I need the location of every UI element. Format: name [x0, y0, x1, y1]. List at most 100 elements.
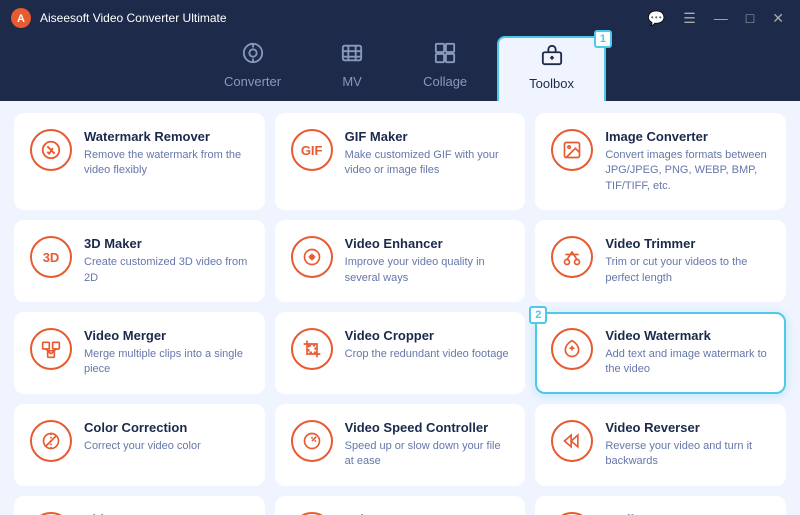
video-trimmer-icon: [551, 236, 593, 278]
video-reverser-name: Video Reverser: [605, 420, 770, 435]
close-button[interactable]: ✕: [766, 8, 790, 29]
3d-maker-icon: 3D: [30, 236, 72, 278]
svg-text:A: A: [17, 13, 25, 25]
video-speed-name: Video Speed Controller: [345, 420, 510, 435]
tool-card-color-correction[interactable]: Color Correction Correct your video colo…: [14, 404, 265, 486]
tab-converter[interactable]: Converter: [194, 36, 311, 101]
video-merger-info: Video Merger Merge multiple clips into a…: [84, 328, 249, 378]
image-converter-icon: [551, 129, 593, 171]
video-speed-icon: [291, 420, 333, 462]
tool-card-volume-booster[interactable]: Volume Booster Adjust the volume of the …: [275, 496, 526, 515]
3d-maker-desc: Create customized 3D video from 2D: [84, 255, 249, 286]
gif-maker-name: GIF Maker: [345, 129, 510, 144]
volume-booster-name: Volume Booster: [345, 512, 510, 515]
video-speed-info: Video Speed Controller Speed up or slow …: [345, 420, 510, 470]
video-rotator-icon: [30, 512, 72, 515]
tool-card-video-cropper[interactable]: Video Cropper Crop the redundant video f…: [275, 312, 526, 394]
tab-mv-label: MV: [342, 74, 362, 89]
video-rotator-info: Video Rotator Rotate and flip the video …: [84, 512, 249, 515]
tab-converter-label: Converter: [224, 74, 281, 89]
color-correction-desc: Correct your video color: [84, 439, 249, 454]
tool-card-video-enhancer[interactable]: Video Enhancer Improve your video qualit…: [275, 220, 526, 302]
toolbox-icon: [541, 44, 563, 72]
main-content: Watermark Remover Remove the watermark f…: [0, 101, 800, 515]
tool-grid: Watermark Remover Remove the watermark f…: [14, 113, 786, 515]
color-correction-info: Color Correction Correct your video colo…: [84, 420, 249, 454]
video-cropper-name: Video Cropper: [345, 328, 510, 343]
video-watermark-icon: [551, 328, 593, 370]
video-cropper-icon: [291, 328, 333, 370]
watermark-remover-name: Watermark Remover: [84, 129, 249, 144]
mv-icon: [341, 42, 363, 70]
color-correction-icon: [30, 420, 72, 462]
menu-button[interactable]: ☰: [677, 8, 702, 29]
watermark-remover-desc: Remove the watermark from the video flex…: [84, 148, 249, 179]
tool-card-video-merger[interactable]: Video Merger Merge multiple clips into a…: [14, 312, 265, 394]
title-bar: A Aiseesoft Video Converter Ultimate 💬 ☰…: [0, 0, 800, 36]
collage-icon: [434, 42, 456, 70]
video-trimmer-name: Video Trimmer: [605, 236, 770, 251]
3d-maker-info: 3D Maker Create customized 3D video from…: [84, 236, 249, 286]
video-merger-name: Video Merger: [84, 328, 249, 343]
video-reverser-icon: [551, 420, 593, 462]
image-converter-desc: Convert images formats between JPG/JPEG,…: [605, 148, 770, 194]
video-merger-desc: Merge multiple clips into a single piece: [84, 347, 249, 378]
tool-card-gif-maker[interactable]: GIF GIF Maker Make customized GIF with y…: [275, 113, 526, 210]
message-button[interactable]: 💬: [642, 8, 671, 29]
image-converter-name: Image Converter: [605, 129, 770, 144]
tool-card-video-reverser[interactable]: Video Reverser Reverse your video and tu…: [535, 404, 786, 486]
tool-card-video-speed[interactable]: Video Speed Controller Speed up or slow …: [275, 404, 526, 486]
tool-card-audio-sync[interactable]: Audio Sync Adjust and sync the audio wit…: [535, 496, 786, 515]
image-converter-info: Image Converter Convert images formats b…: [605, 129, 770, 194]
app-title: Aiseesoft Video Converter Ultimate: [40, 11, 227, 25]
gif-maker-icon: GIF: [291, 129, 333, 171]
nav-tabs: Converter MV: [194, 36, 606, 101]
audio-sync-name: Audio Sync: [605, 512, 770, 515]
video-trimmer-info: Video Trimmer Trim or cut your videos to…: [605, 236, 770, 286]
video-watermark-info: Video Watermark Add text and image water…: [605, 328, 770, 378]
video-enhancer-desc: Improve your video quality in several wa…: [345, 255, 510, 286]
tool-card-3d-maker[interactable]: 3D 3D Maker Create customized 3D video f…: [14, 220, 265, 302]
video-speed-desc: Speed up or slow down your file at ease: [345, 439, 510, 470]
title-bar-controls: 💬 ☰ — □ ✕: [642, 8, 790, 29]
video-cropper-desc: Crop the redundant video footage: [345, 347, 510, 362]
3d-maker-name: 3D Maker: [84, 236, 249, 251]
video-rotator-name: Video Rotator: [84, 512, 249, 515]
tool-card-watermark-remover[interactable]: Watermark Remover Remove the watermark f…: [14, 113, 265, 210]
tab-collage-label: Collage: [423, 74, 467, 89]
tool-card-video-rotator[interactable]: Video Rotator Rotate and flip the video …: [14, 496, 265, 515]
video-reverser-desc: Reverse your video and turn it backwards: [605, 439, 770, 470]
tool-card-video-watermark[interactable]: 2 Video Watermark Add text and image wat…: [535, 312, 786, 394]
audio-sync-info: Audio Sync Adjust and sync the audio wit…: [605, 512, 770, 515]
volume-booster-icon: [291, 512, 333, 515]
volume-booster-info: Volume Booster Adjust the volume of the …: [345, 512, 510, 515]
video-reverser-info: Video Reverser Reverse your video and tu…: [605, 420, 770, 470]
tab-toolbox-label: Toolbox: [529, 76, 574, 91]
tab-toolbox[interactable]: Toolbox 1: [497, 36, 606, 101]
watermark-remover-info: Watermark Remover Remove the watermark f…: [84, 129, 249, 179]
gif-maker-info: GIF Maker Make customized GIF with your …: [345, 129, 510, 179]
video-enhancer-icon: [291, 236, 333, 278]
nav-tabs-container: Converter MV: [0, 36, 800, 101]
title-bar-left: A Aiseesoft Video Converter Ultimate: [10, 7, 227, 29]
tab-collage[interactable]: Collage: [393, 36, 497, 101]
video-enhancer-name: Video Enhancer: [345, 236, 510, 251]
watermark-badge: 2: [529, 306, 547, 324]
gif-maker-desc: Make customized GIF with your video or i…: [345, 148, 510, 179]
video-watermark-name: Video Watermark: [605, 328, 770, 343]
video-cropper-info: Video Cropper Crop the redundant video f…: [345, 328, 510, 362]
video-merger-icon: [30, 328, 72, 370]
audio-sync-icon: [551, 512, 593, 515]
maximize-button[interactable]: □: [740, 8, 760, 28]
converter-icon: [242, 42, 264, 70]
app-logo: A: [10, 7, 32, 29]
tool-card-video-trimmer[interactable]: Video Trimmer Trim or cut your videos to…: [535, 220, 786, 302]
toolbox-badge: 1: [594, 30, 612, 48]
watermark-remover-icon: [30, 129, 72, 171]
tool-card-image-converter[interactable]: Image Converter Convert images formats b…: [535, 113, 786, 210]
minimize-button[interactable]: —: [708, 8, 734, 28]
video-enhancer-info: Video Enhancer Improve your video qualit…: [345, 236, 510, 286]
color-correction-name: Color Correction: [84, 420, 249, 435]
tab-mv[interactable]: MV: [311, 36, 393, 101]
video-watermark-desc: Add text and image watermark to the vide…: [605, 347, 770, 378]
